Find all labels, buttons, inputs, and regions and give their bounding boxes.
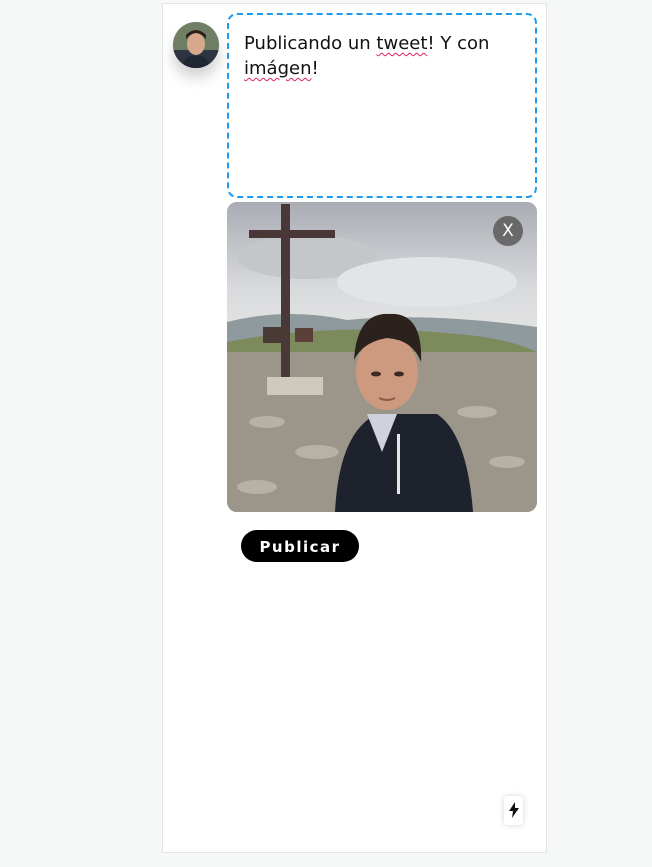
- tweet-textarea[interactable]: Publicando un tweet! Y con imágen!: [227, 13, 537, 198]
- user-avatar: [173, 22, 219, 68]
- tweet-text-misspelled: tweet: [376, 33, 428, 54]
- compose-card: Publicando un tweet! Y con imágen! X Pub…: [162, 3, 547, 853]
- remove-image-button[interactable]: X: [493, 216, 523, 246]
- close-icon: X: [502, 221, 514, 241]
- tweet-text: ! Y con: [427, 33, 496, 54]
- tweet-text: Publicando un: [244, 33, 377, 54]
- lightning-bolt-icon: [508, 802, 519, 818]
- tweet-text-misspelled: imágen: [244, 58, 312, 79]
- publish-button[interactable]: Publicar: [241, 530, 359, 562]
- dev-indicator[interactable]: [504, 796, 523, 825]
- tweet-text: !: [311, 58, 319, 79]
- attached-image: X: [227, 202, 537, 512]
